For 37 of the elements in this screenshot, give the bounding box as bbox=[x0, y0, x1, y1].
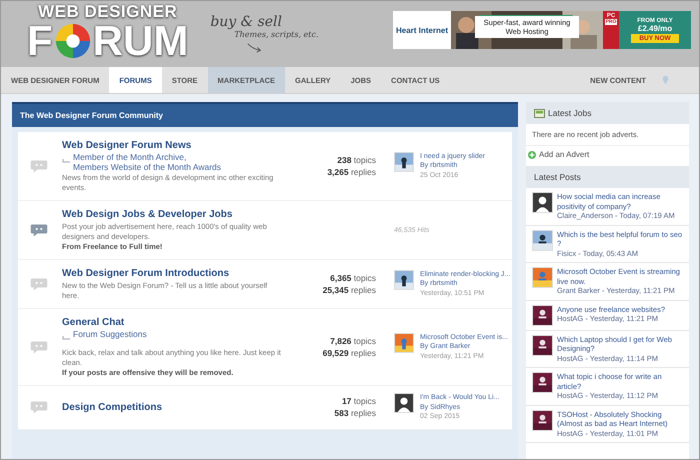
logo-text: RUM bbox=[92, 20, 188, 62]
logo-text: WEB DESIGNER bbox=[38, 3, 178, 20]
forum-title-link[interactable]: General Chat bbox=[62, 316, 284, 329]
subforum-link[interactable]: Members Website of the Month Awards bbox=[73, 162, 222, 172]
speech-bubble-icon bbox=[30, 276, 48, 292]
speech-bubble-icon bbox=[30, 340, 48, 354]
reply-count: 69,529 replies bbox=[322, 347, 376, 359]
category-header: The Web Designer Forum Community bbox=[12, 102, 518, 127]
add-advert-link[interactable]: Add an Advert bbox=[526, 146, 689, 166]
location-pin-icon[interactable] bbox=[662, 75, 669, 85]
forum-title-link[interactable]: Web Design Jobs & Developer Jobs bbox=[62, 208, 284, 221]
price: £2.49/mo bbox=[638, 24, 672, 32]
logo-text: F bbox=[27, 20, 53, 62]
section-title: Latest Posts bbox=[534, 172, 581, 182]
speech-bubble-icon bbox=[30, 400, 48, 415]
forum-title-link[interactable]: Web Designer Forum News bbox=[62, 139, 284, 152]
logo-icon bbox=[54, 22, 92, 60]
forum-title-link[interactable]: Web Designer Forum Introductions bbox=[62, 267, 284, 280]
topic-count: 6,365 topics bbox=[330, 272, 376, 284]
speech-bubble-icon bbox=[30, 158, 48, 174]
speech-bubble-icon bbox=[30, 222, 48, 238]
tagline: Themes, scripts, etc. bbox=[234, 30, 319, 40]
topic-count: 17 topics bbox=[342, 395, 376, 408]
subforum-link[interactable]: Member of the Month Archive, bbox=[73, 152, 222, 162]
topic-count: 7,826 topics bbox=[330, 335, 376, 347]
reply-count: 3,265 replies bbox=[327, 166, 376, 178]
board-icon bbox=[534, 108, 545, 118]
ad-brand: Heart Internet bbox=[394, 24, 449, 36]
reply-count: 583 replies bbox=[334, 407, 376, 420]
tagline: buy & sell bbox=[210, 15, 283, 30]
reply-count: 25,345 replies bbox=[322, 284, 376, 296]
section-title: Latest Jobs bbox=[548, 108, 592, 118]
subforum-link[interactable]: Forum Suggestions bbox=[73, 329, 147, 339]
branch-icon bbox=[62, 159, 70, 165]
branch-icon bbox=[62, 336, 70, 342]
forum-title-link[interactable]: Design Competitions bbox=[62, 400, 284, 414]
topic-count: 238 topics bbox=[337, 154, 376, 166]
